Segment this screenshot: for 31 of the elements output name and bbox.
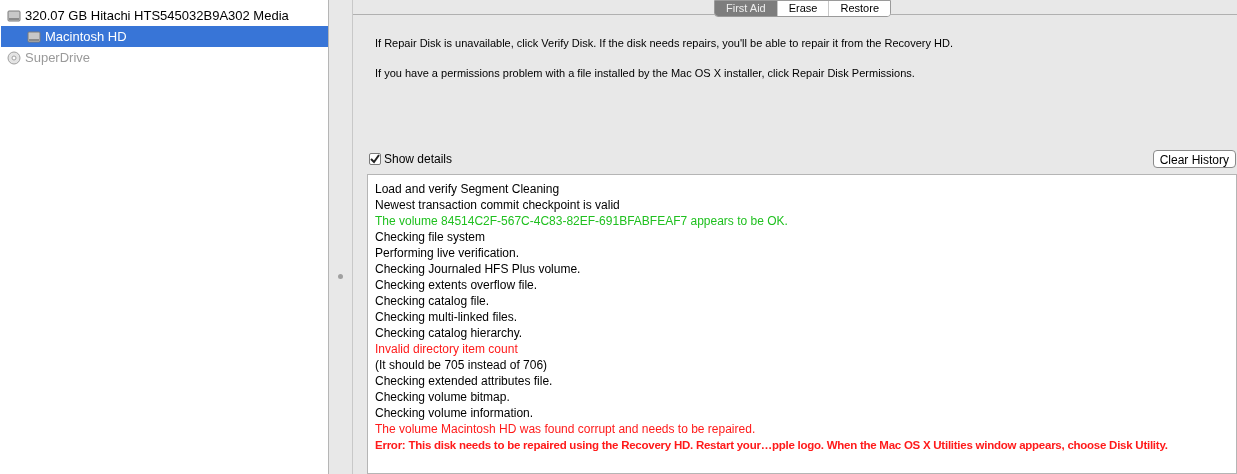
sidebar-item[interactable]: 320.07 GB Hitachi HTS545032B9A302 Media: [1, 5, 328, 26]
log-line: Checking multi-linked files.: [375, 309, 519, 325]
log-line: Checking Journaled HFS Plus volume.: [375, 261, 582, 277]
log-line: Invalid directory item count: [375, 341, 519, 357]
log-line: Error: This disk needs to be repaired using the Recovery HD. Restart your…pple logo. When the Mac OS X Utilities window appears, choose Disk Utility.: [375, 438, 1169, 453]
hard-drive-icon: [27, 29, 41, 44]
sidebar-item[interactable]: Macintosh HD: [1, 26, 328, 47]
tab[interactable]: First Aid: [715, 1, 777, 16]
checkbox-label: Show details: [384, 151, 453, 168]
log-line: The volume 84514C2F-567C-4C83-82EF-691BFABFEAF7 appears to be OK.: [375, 213, 789, 229]
log-line: The volume Macintosh HD was found corrupt and needs to be repaired.: [375, 421, 757, 437]
log-line: (It should be 705 instead of 706): [375, 357, 549, 373]
log-line: Checking extents overflow file.: [375, 277, 539, 293]
checkmark-icon: [370, 154, 380, 164]
log-line: Performing live verification.: [375, 245, 521, 261]
info-text: If you have a permissions problem with a file installed by the Mac OS X installer, click Repair Disk Permissions.: [375, 65, 916, 81]
log-line: Newest transaction commit checkpoint is valid: [375, 197, 621, 213]
log-line: Checking catalog file.: [375, 293, 491, 309]
log-line: Checking catalog hierarchy.: [375, 325, 524, 341]
clear-history-button[interactable]: Clear History: [1152, 150, 1236, 168]
hard-drive-icon: [7, 8, 21, 23]
checkbox[interactable]: [369, 153, 381, 165]
disc-icon: [7, 50, 21, 65]
log-line: Checking file system: [375, 229, 487, 245]
resize-handle[interactable]: [338, 273, 343, 279]
info-text: If Repair Disk is unavailable, click Verify Disk. If the disk needs repairs, you'll be able to repair it from the Recovery HD.: [375, 36, 954, 51]
log-line: Checking volume information.: [375, 405, 535, 421]
log-line: Checking volume bitmap.: [375, 389, 511, 405]
tab[interactable]: Restore: [828, 1, 890, 16]
log-line: Checking extended attributes file.: [375, 373, 554, 389]
log-line: Load and verify Segment Cleaning: [375, 181, 561, 197]
